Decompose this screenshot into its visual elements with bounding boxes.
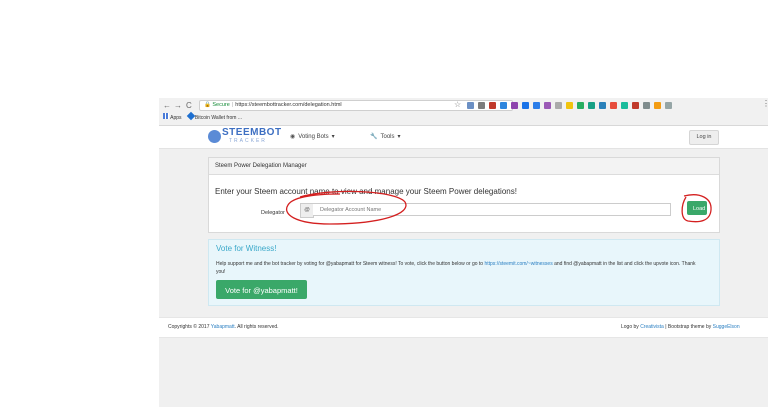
annotation-circle-load: [681, 194, 712, 223]
annotation-circle-input: [286, 190, 407, 225]
annotation-overlay: [286, 190, 712, 225]
